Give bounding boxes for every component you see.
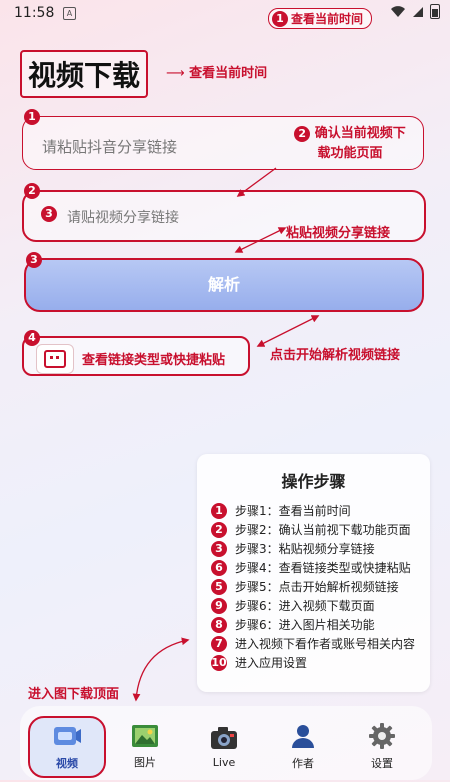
step-item: 7 进入视频下看作者或账号相关内容 bbox=[211, 635, 415, 652]
nav-item-image[interactable]: 图片 bbox=[110, 712, 180, 782]
step-badge: 1 bbox=[24, 109, 40, 125]
signal-icon bbox=[413, 6, 423, 17]
step-item: 2 步骤2：确认当前视下载功能页面 bbox=[211, 521, 411, 538]
step-badge: 2 bbox=[294, 126, 311, 142]
battery-icon bbox=[430, 4, 440, 19]
status-time: 11:58 bbox=[14, 5, 55, 21]
callout-text: 查看当前时间 bbox=[189, 66, 268, 81]
arrow bbox=[132, 637, 190, 702]
nav-label: Live bbox=[212, 755, 236, 769]
clipboard-icon[interactable] bbox=[36, 344, 74, 374]
step-item: 9 步骤6：进入视频下载页面 bbox=[211, 597, 375, 614]
step-text: 进入视频下看作者或账号相关内容 bbox=[235, 637, 416, 651]
step-item: 3 步骤3：粘贴视频分享链接 bbox=[211, 540, 375, 557]
nav-label: 作者 bbox=[292, 757, 314, 770]
nav-label: 图片 bbox=[134, 756, 156, 769]
step-badge: 3 bbox=[26, 252, 42, 268]
gear-icon bbox=[369, 723, 395, 749]
nav-item-video[interactable]: 视频 bbox=[32, 712, 102, 782]
step-badge: 5 bbox=[211, 578, 227, 595]
step-badge: 6 bbox=[211, 559, 227, 576]
callout-start-parse: 点击开始解析视频链接 bbox=[270, 348, 401, 363]
step-text: 步骤2：确认当前视下载功能页面 bbox=[235, 523, 411, 537]
step-badge: 10 bbox=[211, 654, 227, 671]
callout-confirm-page: 2 确认当前视频下 载功能页面 bbox=[280, 124, 420, 164]
callout-view-time: ⟶ 查看当前时间 bbox=[166, 66, 268, 81]
nav-item-live[interactable]: Live bbox=[189, 712, 259, 782]
step-badge: 3 bbox=[211, 540, 227, 557]
step-badge: 2 bbox=[24, 183, 40, 199]
arrow bbox=[256, 315, 320, 347]
notification-a-icon: A bbox=[63, 7, 76, 20]
wifi-icon bbox=[391, 5, 405, 17]
step-badge: 3 bbox=[41, 206, 57, 222]
video-icon bbox=[54, 727, 81, 745]
step-badge: 1 bbox=[272, 10, 288, 27]
callout-text: 查看当前时间 bbox=[291, 12, 364, 26]
parse-button[interactable]: 解析 bbox=[24, 258, 424, 312]
nav-label: 视频 bbox=[56, 757, 78, 770]
image-icon bbox=[132, 725, 158, 747]
step-badge: 8 bbox=[211, 616, 227, 633]
step-text: 步骤1：查看当前时间 bbox=[235, 504, 351, 518]
step-badge: 7 bbox=[211, 635, 227, 652]
step-item: 5 步骤5：点击开始解析视频链接 bbox=[211, 578, 399, 595]
callout-paste-link: 粘贴视频分享链接 bbox=[286, 226, 391, 241]
step-text: 步骤6：进入图片相关功能 bbox=[235, 618, 375, 632]
status-icons bbox=[390, 4, 440, 19]
step-text: 步骤3：粘贴视频分享链接 bbox=[235, 542, 375, 556]
step-text: 步骤6：进入视频下载页面 bbox=[235, 599, 375, 613]
clipboard-label: 查看链接类型或快捷粘贴 bbox=[82, 353, 226, 368]
douyin-link-placeholder: 请粘贴抖音分享链接 bbox=[42, 138, 178, 156]
callout-view-time-top: 1 查看当前时间 bbox=[268, 8, 373, 29]
nav-item-author[interactable]: 作者 bbox=[268, 712, 338, 782]
step-item: 6 步骤4：查看链接类型或快捷粘贴 bbox=[211, 559, 411, 576]
user-icon bbox=[292, 725, 314, 748]
step-item: 1 步骤1：查看当前时间 bbox=[211, 502, 351, 519]
step-text: 步骤4：查看链接类型或快捷粘贴 bbox=[235, 561, 411, 575]
step-badge: 1 bbox=[211, 502, 227, 519]
nav-label: 设置 bbox=[371, 757, 393, 770]
video-link-placeholder: 请贴视频分享链接 bbox=[67, 210, 179, 226]
step-item: 8 步骤6：进入图片相关功能 bbox=[211, 616, 375, 633]
nav-item-settings[interactable]: 设置 bbox=[347, 712, 417, 782]
step-badge: 4 bbox=[24, 330, 40, 346]
page-title: 视频下载 bbox=[20, 50, 149, 98]
steps-card: 操作步骤 1 步骤1：查看当前时间 2 步骤2：确认当前视下载功能页面 3 步骤3：粘… bbox=[197, 454, 430, 692]
camera-icon bbox=[211, 726, 237, 749]
step-item: 10 进入应用设置 bbox=[211, 654, 307, 671]
step-badge: 9 bbox=[211, 597, 227, 614]
step-text: 步骤5：点击开始解析视频链接 bbox=[235, 580, 399, 594]
callout-nav-video: 进入图下载顶面 bbox=[28, 687, 120, 702]
steps-title: 操作步骤 bbox=[281, 472, 346, 491]
step-badge: 2 bbox=[211, 521, 227, 538]
callout-text: 载功能页面 bbox=[317, 146, 383, 161]
step-text: 进入应用设置 bbox=[235, 656, 308, 670]
callout-text: 确认当前视频下 bbox=[314, 126, 406, 141]
